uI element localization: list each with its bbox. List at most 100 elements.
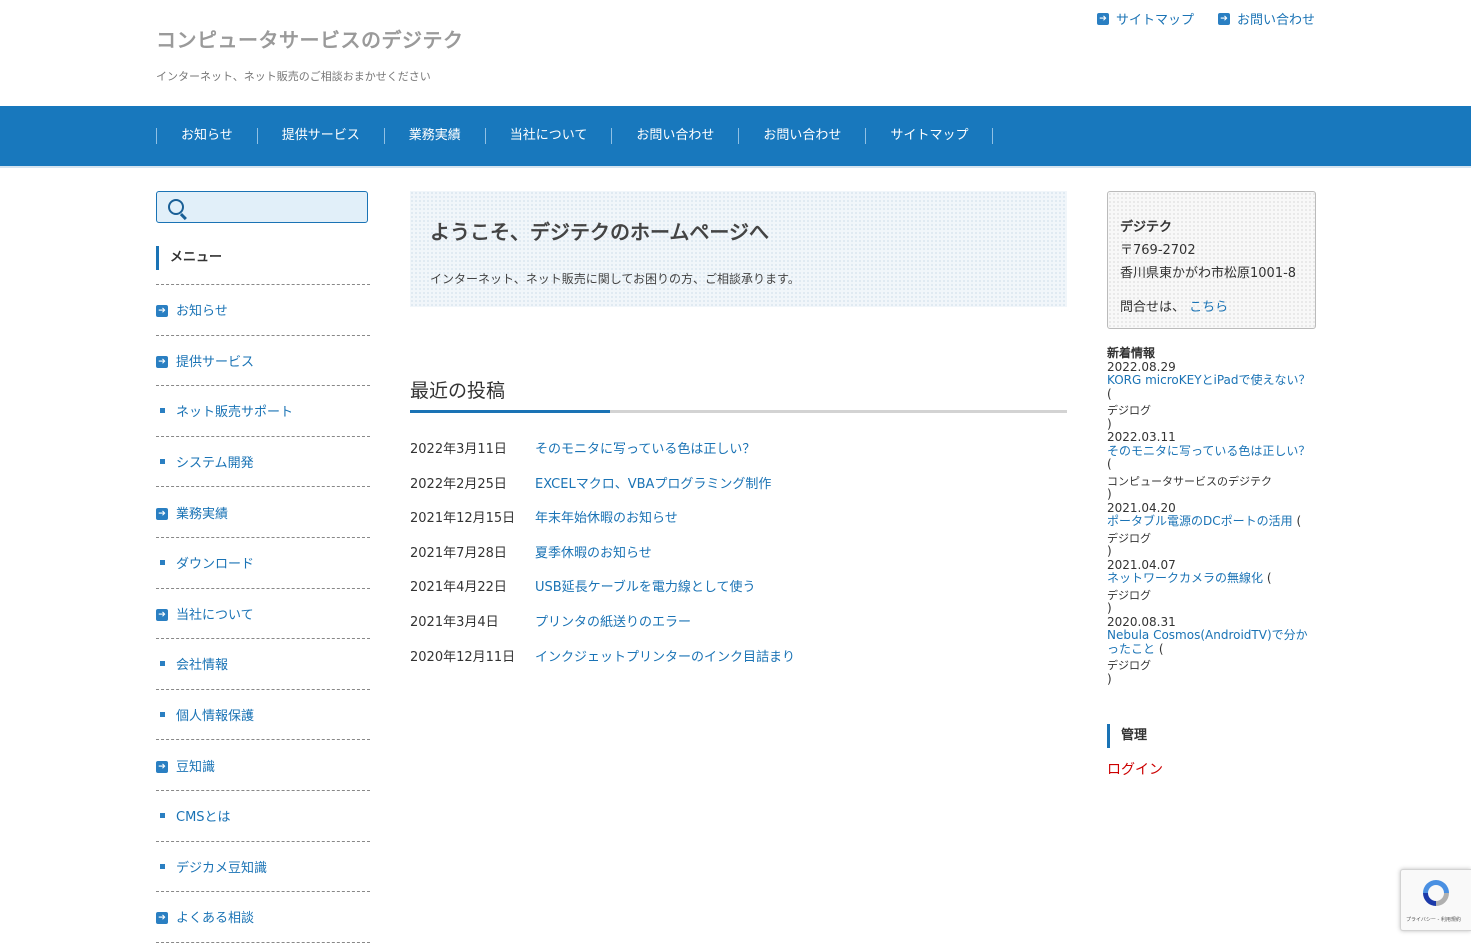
search-input[interactable] — [191, 196, 365, 220]
post-title-link[interactable]: EXCELマクロ、VBAプログラミング制作 — [535, 473, 771, 508]
top-link-contact[interactable]: ➔ お問い合わせ — [1217, 9, 1315, 28]
sidebar-item-label: ダウンロード — [176, 557, 255, 573]
sidebar-item[interactable]: CMSとは — [156, 791, 370, 842]
sidebar-item-label: 業務実績 — [176, 506, 229, 522]
welcome-text: インターネット、ネット販売に関してお困りの方、ご相談承ります。 — [430, 272, 800, 286]
heading-underline — [410, 410, 1067, 413]
sidebar-item[interactable]: ➔ 豆知識 — [156, 740, 370, 791]
sidebar-item-label: CMSとは — [176, 810, 231, 826]
sidebar-item[interactable]: ネット販売サポート — [156, 386, 370, 437]
arrow-icon-wrap: ➔ — [156, 505, 176, 520]
paren-open: ( — [1107, 386, 1112, 401]
post-title-link[interactable]: 年末年始休暇のお知らせ — [535, 507, 678, 542]
post-title-link[interactable]: USB延長ケーブルを電力線として使う — [535, 576, 756, 611]
sidebar-item[interactable]: ダウンロード — [156, 538, 370, 589]
sidebar-item-label: システム開発 — [176, 456, 254, 472]
post-date: 2021年7月28日 — [410, 545, 507, 561]
post-date: 2022年3月11日 — [410, 442, 507, 457]
sidebar-item[interactable]: ➔ 業務実績 — [156, 487, 370, 538]
news-widget: 新着情報 2022.08.29 KORG microKEYとiPadで使えない？ … — [1107, 346, 1316, 687]
sidebar-item[interactable]: ➔ お知らせ — [156, 285, 370, 336]
news-source: デジログ — [1107, 588, 1151, 602]
news-title-line: KORG microKEYとiPadで使えない？ ( — [1107, 373, 1316, 401]
menu-heading: メニュー — [156, 246, 384, 270]
post-row: 2021年12月15日 年末年始休暇のお知らせ — [410, 507, 1067, 542]
sidebar-item[interactable]: 個人情報保護 — [156, 690, 370, 741]
square-bullet-icon — [160, 459, 165, 465]
news-title-link[interactable]: KORG microKEYとiPadで使えない？ — [1107, 373, 1311, 387]
welcome-heading: ようこそ、デジテクのホームページへ — [430, 220, 769, 244]
news-item: 2021.04.07 ネットワークカメラの無線化 (デジログ) — [1107, 558, 1316, 616]
news-title-link[interactable]: ポータブル電源のDCポートの活用 — [1107, 514, 1293, 528]
post-title-link[interactable]: そのモニタに写っている色は正しい？ — [535, 438, 755, 473]
news-title-link[interactable]: そのモニタに写っている色は正しい？ — [1107, 444, 1310, 458]
sidebar-item[interactable]: ➔ よくある相談 — [156, 892, 370, 943]
nav-item-contact-2[interactable]: お問い合わせ — [738, 128, 865, 144]
paren-close: ) — [1107, 671, 1112, 686]
recaptcha-text: プライバシー - 利用規約 — [1406, 917, 1461, 923]
site-description: インターネット、ネット販売のご相談おまかせください — [156, 70, 431, 83]
login-link[interactable]: ログイン — [1107, 759, 1163, 779]
news-item: 2022.08.29 KORG microKEYとiPadで使えない？ (デジログ… — [1107, 360, 1316, 432]
news-date: 2021.04.20 — [1107, 500, 1176, 515]
admin-heading: 管理 — [1107, 724, 1147, 748]
square-bullet-icon — [160, 408, 165, 414]
sidebar-item-label: 提供サービス — [176, 354, 255, 370]
site-title[interactable]: コンピュータサービスのデジテク — [156, 24, 464, 53]
main-navbar: お知らせ 提供サービス 業務実績 当社について お問い合わせ お問い合わせ サイ… — [0, 106, 1471, 168]
post-title-link[interactable]: プリンタの紙送りのエラー — [535, 611, 691, 646]
arrow-icon-wrap: ➔ — [156, 302, 176, 318]
arrow-right-icon: ➔ — [156, 608, 168, 621]
sidebar-item[interactable]: デジカメ豆知識 — [156, 842, 370, 893]
news-item: 2021.04.20 ポータブル電源のDCポートの活用 (デジログ) — [1107, 500, 1316, 559]
nav-item-contact[interactable]: お問い合わせ — [611, 128, 738, 144]
arrow-right-icon: ➔ — [1096, 12, 1109, 25]
news-source: デジログ — [1107, 659, 1151, 672]
recent-posts-list: 2022年3月11日 そのモニタに写っている色は正しい？ 2022年2月25日 EXC… — [410, 438, 1067, 680]
top-link-sitemap[interactable]: ➔ サイトマップ — [1096, 9, 1194, 28]
post-date: 2021年3月4日 — [410, 614, 499, 630]
arrow-right-icon: ➔ — [156, 305, 168, 318]
post-title-link[interactable]: 夏季休暇のお知らせ — [535, 542, 652, 577]
post-date: 2022年2月25日 — [410, 476, 507, 492]
square-bullet-icon — [160, 661, 165, 667]
contact-link[interactable]: こちら — [1189, 300, 1228, 315]
search-icon[interactable] — [168, 199, 184, 215]
arrow-right-icon: ➔ — [156, 760, 168, 773]
nav-list: お知らせ 提供サービス 業務実績 当社について お問い合わせ お問い合わせ サイ… — [156, 106, 994, 166]
paren-open: ( — [1107, 457, 1112, 471]
post-row: 2022年2月25日 EXCELマクロ、VBAプログラミング制作 — [410, 473, 1067, 508]
sidebar-menu: ➔ お知らせ ➔ 提供サービス ネット販売サポート システム開発 ➔ 業務実績 ダウンロード ➔ 当… — [156, 284, 370, 943]
arrow-icon-wrap: ➔ — [156, 606, 176, 621]
contact-label: 問合せは、 — [1120, 300, 1186, 315]
nav-item-sitemap[interactable]: サイトマップ — [865, 128, 994, 144]
nav-item-works[interactable]: 業務実績 — [383, 128, 485, 144]
news-source: コンピュータサービスのデジテク — [1107, 474, 1272, 488]
paren-close: ) — [1107, 416, 1112, 431]
recaptcha-badge[interactable]: プライバシー - 利用規約 — [1400, 869, 1471, 931]
news-title-link[interactable]: ネットワークカメラの無線化 — [1107, 571, 1263, 585]
post-row: 2022年3月11日 そのモニタに写っている色は正しい？ — [410, 438, 1067, 473]
sidebar-item-label: 当社について — [176, 607, 254, 623]
news-title-link[interactable]: Nebula Cosmos(AndroidTV)で分かったこと — [1107, 628, 1308, 656]
post-title-link[interactable]: インクジェットプリンターのインク目詰まり — [535, 646, 795, 681]
sidebar-item[interactable]: ➔ 当社について — [156, 589, 370, 640]
sidebar-item[interactable]: ➔ 提供サービス — [156, 336, 370, 387]
news-source: デジログ — [1107, 531, 1151, 545]
nav-item-about[interactable]: 当社について — [484, 128, 612, 144]
arrow-right-icon: ➔ — [156, 355, 168, 368]
sidebar-item-label: ネット販売サポート — [176, 405, 294, 421]
news-item: 2020.08.31 Nebula Cosmos(AndroidTV)で分かったこ… — [1107, 615, 1316, 687]
company-zip: 〒769-2702 — [1120, 243, 1196, 258]
sidebar-item-label: お知らせ — [176, 304, 228, 320]
sidebar-item[interactable]: 会社情報 — [156, 639, 370, 690]
paren-close: ) — [1107, 601, 1112, 615]
sidebar-item-label: 個人情報保護 — [176, 709, 255, 725]
sidebar-item[interactable]: システム開発 — [156, 437, 370, 488]
recaptcha-icon — [1423, 880, 1449, 906]
news-date: 2022.03.11 — [1107, 430, 1176, 444]
nav-item-services[interactable]: 提供サービス — [256, 128, 384, 144]
top-link-label: サイトマップ — [1115, 13, 1194, 28]
nav-item-news[interactable]: お知らせ — [156, 128, 257, 144]
top-links: ➔ サイトマップ ➔ お問い合わせ — [1096, 9, 1315, 28]
